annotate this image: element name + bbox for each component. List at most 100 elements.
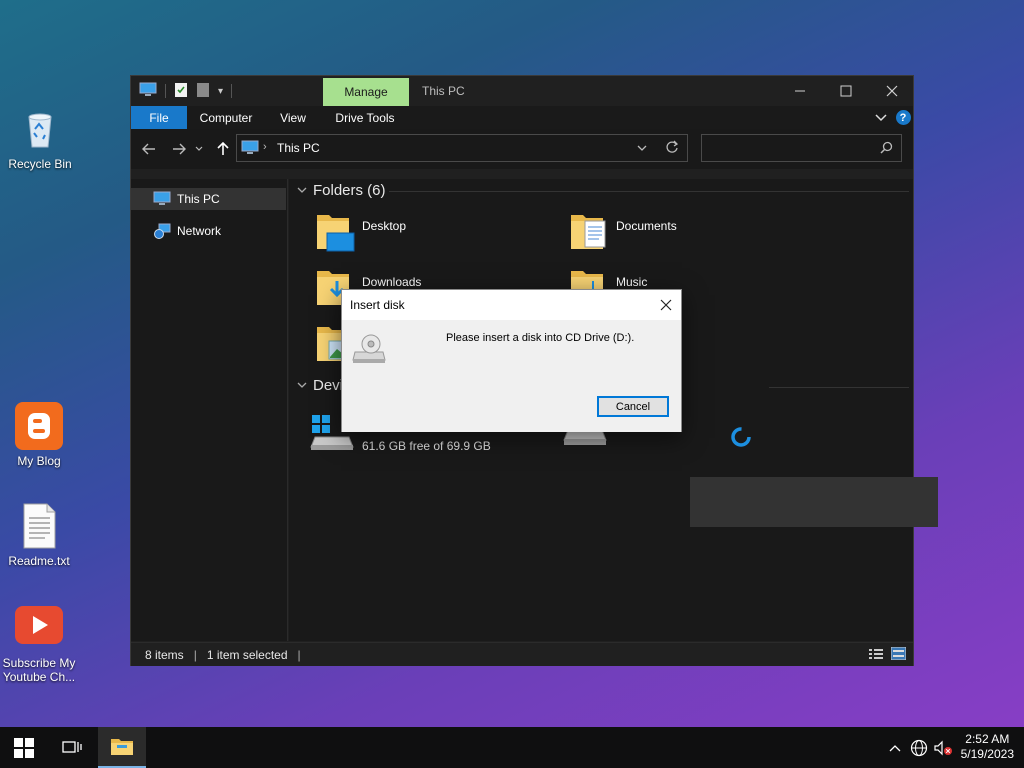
refresh-button[interactable] (665, 140, 679, 157)
desktop-icon-recycle-bin[interactable]: Recycle Bin (0, 105, 80, 171)
recycle-bin-icon (16, 105, 64, 153)
group-header-devices[interactable]: Devi (297, 377, 343, 394)
refresh-icon (666, 140, 679, 153)
cancel-button[interactable]: Cancel (597, 396, 669, 417)
volume-tray-button[interactable] (933, 738, 953, 758)
chevron-down-icon (297, 382, 307, 388)
back-button[interactable] (139, 139, 159, 159)
new-folder-icon[interactable] (196, 82, 210, 101)
status-selected: 1 item selected (206, 647, 288, 662)
details-view-icon (869, 649, 883, 659)
close-button[interactable] (869, 76, 915, 106)
youtube-icon (15, 604, 63, 652)
show-hidden-icons-button[interactable] (885, 738, 905, 758)
navigation-pane: This PC Network (131, 179, 288, 641)
desktop-icon-label: My Blog (17, 454, 61, 468)
group-header-label: Folders (6) (313, 182, 386, 199)
volume-muted-icon (934, 740, 952, 756)
dialog-close-button[interactable] (651, 290, 681, 320)
manage-tab[interactable]: Manage (323, 78, 409, 106)
desktop-icon-youtube[interactable]: Subscribe My Youtube Ch... (0, 604, 79, 684)
taskbar: 2:52 AM 5/19/2023 (0, 727, 1024, 768)
chevron-down-icon (195, 146, 203, 151)
arrow-up-icon (217, 142, 229, 155)
tab-view[interactable]: View (267, 106, 319, 129)
folder-name: Downloads (362, 275, 422, 289)
group-divider (389, 191, 909, 192)
help-button[interactable]: ? (895, 106, 911, 129)
group-header-folders[interactable]: Folders (6) (297, 182, 386, 199)
network-tray-button[interactable] (909, 738, 929, 758)
desktop-icon-my-blog[interactable]: My Blog (0, 402, 79, 468)
address-location[interactable]: This PC (277, 141, 320, 155)
system-clock[interactable]: 2:52 AM 5/19/2023 (961, 732, 1014, 762)
folder-desktop[interactable]: Desktop (315, 211, 545, 261)
tiles-view-icon (890, 646, 907, 661)
minimize-button[interactable] (777, 76, 823, 106)
desktop-icon-label: Readme.txt (8, 554, 70, 568)
nav-item-network[interactable]: Network (131, 220, 286, 242)
globe-icon (910, 739, 928, 757)
network-icon (154, 223, 171, 239)
expand-ribbon-button[interactable] (871, 106, 891, 129)
blogger-icon (15, 402, 63, 450)
group-divider (769, 387, 909, 388)
start-button[interactable] (0, 727, 48, 768)
clock-date: 5/19/2023 (960, 747, 1014, 761)
dialog-body: Please insert a disk into CD Drive (D:).… (342, 320, 681, 432)
arrow-right-icon (173, 143, 186, 155)
search-box[interactable] (701, 134, 902, 162)
details-view-button[interactable] (869, 648, 883, 663)
divider (231, 84, 233, 98)
search-icon (880, 141, 893, 157)
dialog-title-bar: Insert disk (342, 290, 681, 320)
desktop-icon-label: Subscribe My Youtube Ch... (2, 656, 76, 684)
tab-computer[interactable]: Computer (189, 106, 263, 129)
folder-documents[interactable]: Documents (569, 211, 799, 261)
recent-locations-button[interactable] (193, 139, 205, 159)
chevron-down-icon (875, 113, 887, 121)
forward-button[interactable] (169, 139, 189, 159)
help-icon: ? (895, 110, 911, 125)
insert-disk-dialog: Insert disk Please insert a disk into CD… (341, 289, 682, 432)
chevron-down-icon (297, 187, 307, 193)
taskbar-file-explorer-button[interactable] (98, 727, 146, 768)
cd-drive-icon (352, 332, 386, 367)
clock-time: 2:52 AM (965, 732, 1010, 746)
nav-item-label: This PC (177, 192, 220, 206)
address-bar[interactable]: › This PC (236, 134, 688, 162)
tab-file[interactable]: File (131, 106, 187, 129)
status-divider: | (193, 647, 197, 662)
tab-drive-tools[interactable]: Drive Tools (327, 106, 403, 129)
maximize-icon (840, 85, 852, 97)
address-row: › This PC (131, 129, 913, 169)
drive-free-space: 61.6 GB free of 69.9 GB (362, 439, 491, 453)
chevron-up-icon (889, 745, 901, 752)
drive-d-selected[interactable] (690, 477, 938, 527)
up-button[interactable] (213, 139, 233, 159)
desktop-icon-readme[interactable]: Readme.txt (0, 502, 79, 568)
divider (165, 84, 166, 98)
quick-access-toolbar: ▾ (139, 82, 233, 101)
this-pc-small-icon (139, 82, 157, 101)
properties-icon[interactable] (174, 82, 188, 101)
title-bar: ▾ Manage This PC (131, 76, 913, 106)
search-input[interactable] (706, 139, 876, 157)
this-pc-icon (153, 191, 171, 205)
maximize-button[interactable] (823, 76, 869, 106)
documents-folder-icon (571, 215, 606, 249)
file-explorer-icon (111, 738, 133, 755)
task-view-button[interactable] (48, 727, 96, 768)
status-bar: 8 items | 1 item selected | (131, 642, 913, 666)
customize-qat-icon[interactable]: ▾ (218, 86, 223, 97)
folder-name: Music (616, 275, 648, 289)
nav-item-this-pc[interactable]: This PC (131, 188, 286, 210)
address-dropdown-button[interactable] (637, 142, 647, 156)
large-icons-view-button[interactable] (890, 646, 907, 663)
ribbon-tabs: File Computer View Drive Tools ? (131, 106, 913, 129)
arrow-left-icon (142, 143, 155, 155)
status-item-count: 8 items (145, 647, 184, 662)
desktop-folder-icon (317, 215, 355, 252)
chevron-down-icon (637, 145, 647, 151)
breadcrumb-separator-icon: › (263, 141, 267, 153)
